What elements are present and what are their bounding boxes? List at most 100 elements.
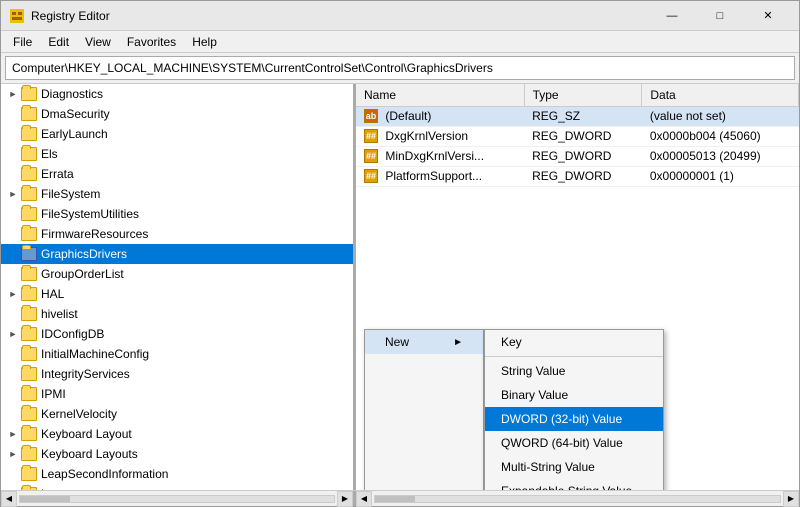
reg-icon: ## bbox=[364, 129, 378, 143]
folder-icon bbox=[21, 167, 37, 181]
tree-item-hivelist[interactable]: hivelist bbox=[1, 304, 353, 324]
tree-item-keyboard-layout[interactable]: ► Keyboard Layout bbox=[1, 424, 353, 444]
tree-item-graphicsdrivers[interactable]: GraphicsDrivers bbox=[1, 244, 353, 264]
submenu-item-string[interactable]: String Value bbox=[485, 359, 663, 383]
scroll-right-arrow[interactable]: ▶ bbox=[337, 491, 353, 507]
expand-arrow bbox=[5, 266, 21, 282]
tree-item-errata[interactable]: Errata bbox=[1, 164, 353, 184]
expand-arrow: ► bbox=[5, 446, 21, 462]
address-bar[interactable]: Computer\HKEY_LOCAL_MACHINE\SYSTEM\Curre… bbox=[5, 56, 795, 80]
cell-name: ## MinDxgKrnlVersi... bbox=[356, 146, 524, 166]
maximize-button[interactable]: □ bbox=[697, 1, 743, 31]
right-h-scrollbar[interactable]: ◀ ▶ bbox=[356, 491, 799, 506]
minimize-button[interactable]: — bbox=[649, 1, 695, 31]
scroll-left-arrow[interactable]: ◀ bbox=[1, 491, 17, 507]
cell-type: REG_DWORD bbox=[524, 146, 642, 166]
menu-edit[interactable]: Edit bbox=[40, 33, 77, 51]
scroll-right-arrow[interactable]: ▶ bbox=[783, 491, 799, 507]
folder-icon bbox=[21, 207, 37, 221]
horizontal-scrollbar-area: ◀ ▶ ◀ ▶ bbox=[1, 490, 799, 506]
table-row[interactable]: ## PlatformSupport... REG_DWORD 0x000000… bbox=[356, 166, 799, 186]
table-row[interactable]: ## MinDxgKrnlVersi... REG_DWORD 0x000050… bbox=[356, 146, 799, 166]
tree-item-earlylaunch[interactable]: EarlyLaunch bbox=[1, 124, 353, 144]
folder-icon bbox=[21, 247, 37, 261]
close-button[interactable]: ✕ bbox=[745, 1, 791, 31]
tree-item-integrityservices[interactable]: IntegrityServices bbox=[1, 364, 353, 384]
tree-item-diagnostics[interactable]: ► Diagnostics bbox=[1, 84, 353, 104]
tree-label: DmaSecurity bbox=[41, 107, 110, 121]
scroll-left-arrow[interactable]: ◀ bbox=[356, 491, 372, 507]
cell-type: REG_DWORD bbox=[524, 126, 642, 146]
tree-item-firmwareresources[interactable]: FirmwareResources bbox=[1, 224, 353, 244]
expand-arrow bbox=[5, 306, 21, 322]
tree-label: FileSystem bbox=[41, 187, 100, 201]
folder-icon bbox=[21, 387, 37, 401]
expand-arrow bbox=[5, 366, 21, 382]
tree-label: HAL bbox=[41, 287, 64, 301]
submenu-item-dword[interactable]: DWORD (32-bit) Value bbox=[485, 407, 663, 431]
h-scrollbar-thumb[interactable] bbox=[375, 496, 415, 502]
tree-label: hivelist bbox=[41, 307, 78, 321]
expand-arrow bbox=[5, 126, 21, 142]
table-row[interactable]: ## DxgKrnlVersion REG_DWORD 0x0000b004 (… bbox=[356, 126, 799, 146]
context-menu-new[interactable]: New ► bbox=[365, 330, 483, 354]
col-type[interactable]: Type bbox=[524, 84, 642, 106]
menu-view[interactable]: View bbox=[77, 33, 119, 51]
tree-item-initialmachineconfig[interactable]: InitialMachineConfig bbox=[1, 344, 353, 364]
cell-data: 0x0000b004 (45060) bbox=[642, 126, 799, 146]
tree-item-grouporderlist[interactable]: GroupOrderList bbox=[1, 264, 353, 284]
tree-item-lsa[interactable]: ► Lsa bbox=[1, 484, 353, 490]
tree-panel[interactable]: ► Diagnostics DmaSecurity EarlyLaunch El… bbox=[1, 84, 356, 490]
folder-icon bbox=[21, 447, 37, 461]
expand-arrow bbox=[5, 346, 21, 362]
tree-item-idconfigdb[interactable]: ► IDConfigDB bbox=[1, 324, 353, 344]
submenu-item-expandable[interactable]: Expandable String Value bbox=[485, 479, 663, 490]
folder-icon bbox=[21, 487, 37, 490]
col-data[interactable]: Data bbox=[642, 84, 799, 106]
tree-item-kernelvelocity[interactable]: KernelVelocity bbox=[1, 404, 353, 424]
tree-item-filesystemutilities[interactable]: FileSystemUtilities bbox=[1, 204, 353, 224]
new-label: New bbox=[385, 335, 409, 349]
tree-label: GroupOrderList bbox=[41, 267, 124, 281]
submenu-item-qword[interactable]: QWORD (64-bit) Value bbox=[485, 431, 663, 455]
folder-icon bbox=[21, 287, 37, 301]
table-row[interactable]: ab (Default) REG_SZ (value not set) bbox=[356, 106, 799, 126]
folder-icon bbox=[21, 347, 37, 361]
window-title: Registry Editor bbox=[31, 9, 649, 23]
submenu-arrow: ► bbox=[453, 337, 463, 348]
tree-item-leapsecondinformation[interactable]: LeapSecondInformation bbox=[1, 464, 353, 484]
tree-item-filesystem[interactable]: ► FileSystem bbox=[1, 184, 353, 204]
menu-favorites[interactable]: Favorites bbox=[119, 33, 184, 51]
expand-arrow bbox=[5, 206, 21, 222]
folder-icon bbox=[21, 87, 37, 101]
submenu-item-multistring[interactable]: Multi-String Value bbox=[485, 455, 663, 479]
cell-name: ## DxgKrnlVersion bbox=[356, 126, 524, 146]
folder-icon bbox=[21, 107, 37, 121]
tree-item-keyboard-layouts[interactable]: ► Keyboard Layouts bbox=[1, 444, 353, 464]
menu-help[interactable]: Help bbox=[184, 33, 225, 51]
context-menu-overlay: New ► Key String Value Binary Value DWOR… bbox=[364, 329, 664, 490]
col-name[interactable]: Name bbox=[356, 84, 524, 106]
expand-arrow bbox=[5, 406, 21, 422]
context-menu: New ► bbox=[364, 329, 484, 490]
tree-item-dmasecurity[interactable]: DmaSecurity bbox=[1, 104, 353, 124]
menu-file[interactable]: File bbox=[5, 33, 40, 51]
expand-arrow: ► bbox=[5, 86, 21, 102]
h-scrollbar-thumb[interactable] bbox=[20, 496, 70, 502]
tree-label: InitialMachineConfig bbox=[41, 347, 149, 361]
tree-label: IntegrityServices bbox=[41, 367, 130, 381]
folder-icon bbox=[21, 467, 37, 481]
reg-icon: ## bbox=[364, 149, 378, 163]
tree-label: Els bbox=[41, 147, 58, 161]
left-h-scrollbar[interactable]: ◀ ▶ bbox=[1, 491, 356, 506]
folder-icon bbox=[21, 307, 37, 321]
expand-arrow bbox=[5, 146, 21, 162]
expand-arrow: ► bbox=[5, 486, 21, 490]
tree-item-els[interactable]: Els bbox=[1, 144, 353, 164]
submenu-item-binary[interactable]: Binary Value bbox=[485, 383, 663, 407]
tree-item-ipmi[interactable]: IPMI bbox=[1, 384, 353, 404]
cell-data: 0x00005013 (20499) bbox=[642, 146, 799, 166]
tree-item-hal[interactable]: ► HAL bbox=[1, 284, 353, 304]
cell-data: (value not set) bbox=[642, 106, 799, 126]
submenu-item-key[interactable]: Key bbox=[485, 330, 663, 354]
